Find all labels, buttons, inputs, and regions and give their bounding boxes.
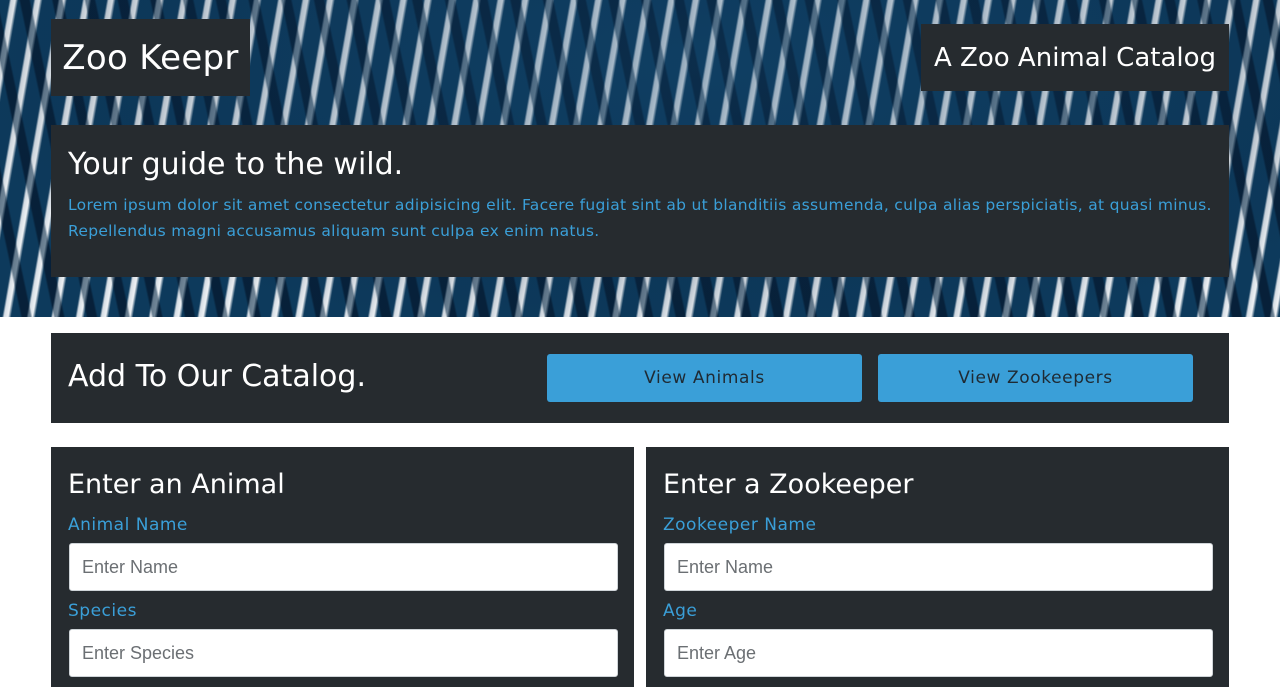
- intro-body: Lorem ipsum dolor sit amet consectetur a…: [68, 196, 1212, 240]
- animal-name-input[interactable]: [69, 543, 618, 591]
- intro-card: Your guide to the wild. Lorem ipsum dolo…: [51, 125, 1229, 277]
- site-tagline: A Zoo Animal Catalog: [921, 24, 1229, 91]
- animal-form: Enter an Animal Animal Name Species: [51, 447, 634, 687]
- zookeeper-name-label: Zookeeper Name: [663, 515, 817, 535]
- view-animals-button[interactable]: View Animals: [547, 354, 862, 402]
- catalog-bar: Add To Our Catalog. View Animals View Zo…: [51, 333, 1229, 423]
- age-label: Age: [663, 601, 698, 621]
- animal-name-label: Animal Name: [68, 515, 188, 535]
- site-brand[interactable]: Zoo Keepr: [51, 19, 250, 96]
- view-zookeepers-button[interactable]: View Zookeepers: [878, 354, 1193, 402]
- zookeeper-form-heading: Enter a Zookeeper: [663, 469, 914, 500]
- zookeeper-form: Enter a Zookeeper Zookeeper Name Age: [646, 447, 1229, 687]
- species-label: Species: [68, 601, 137, 621]
- catalog-heading: Add To Our Catalog.: [68, 359, 366, 394]
- intro-heading: Your guide to the wild.: [68, 147, 404, 182]
- animal-form-heading: Enter an Animal: [68, 469, 285, 500]
- zookeeper-name-input[interactable]: [664, 543, 1213, 591]
- age-input[interactable]: [664, 629, 1213, 677]
- hero-banner: Zoo Keepr A Zoo Animal Catalog Your guid…: [0, 0, 1280, 317]
- species-input[interactable]: [69, 629, 618, 677]
